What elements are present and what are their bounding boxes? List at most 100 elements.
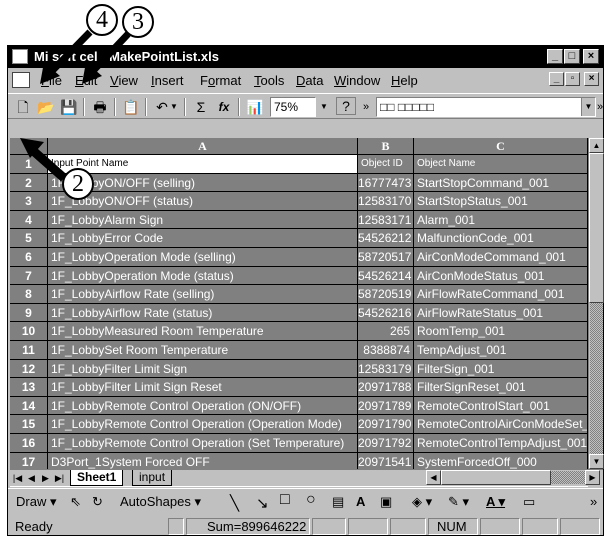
table-cell-b[interactable]: 20971789 xyxy=(358,396,414,416)
column-header-a[interactable]: A xyxy=(48,138,358,155)
menu-format[interactable]: Format xyxy=(200,73,241,88)
zoom-dropdown-icon[interactable]: ▼ xyxy=(318,97,330,117)
menu-tools[interactable]: Tools xyxy=(254,73,284,88)
table-cell-a[interactable]: 1F_LobbyFilter Limit Sign xyxy=(48,359,358,379)
doc-restore-button[interactable]: ▫ xyxy=(565,72,580,86)
fill-color-icon[interactable]: ◈ ▾ xyxy=(412,494,432,510)
table-cell-a[interactable]: 1F_LobbyOperation Mode (status) xyxy=(48,266,358,286)
menu-edit[interactable]: Edit xyxy=(75,73,97,88)
chart-wizard-icon[interactable]: 📊 xyxy=(244,97,266,117)
font-name-select[interactable]: □□ □□□□□ ▼ xyxy=(376,97,596,117)
table-cell-b[interactable]: 54526214 xyxy=(358,266,414,286)
scroll-track[interactable] xyxy=(590,303,603,455)
print-icon[interactable]: 🖶 xyxy=(89,97,111,117)
row-header[interactable]: 1 xyxy=(10,155,48,174)
row-header[interactable]: 4 xyxy=(10,210,48,230)
arrow-icon[interactable]: ↘ xyxy=(256,494,269,512)
undo-dropdown-icon[interactable]: ▼ xyxy=(168,97,180,117)
table-cell-c[interactable]: StartStopCommand_001 xyxy=(414,173,588,193)
scroll-down-icon[interactable]: ▼ xyxy=(589,454,604,469)
oval-icon[interactable]: ○ xyxy=(306,491,316,509)
zoom-select[interactable]: 75% xyxy=(270,97,316,117)
toolbar-overflow-icon[interactable]: » xyxy=(360,97,372,117)
table-cell-b[interactable]: 54526212 xyxy=(358,229,414,248)
table-cell-a[interactable]: Input Point Name xyxy=(48,155,358,174)
table-cell-a[interactable]: 1F_LobbyRemote Control Operation (ON/OFF… xyxy=(48,396,358,416)
table-cell-b[interactable]: 265 xyxy=(358,322,414,341)
excel-app-icon[interactable] xyxy=(12,49,28,64)
row-header[interactable]: 7 xyxy=(10,266,48,286)
menu-window[interactable]: Window xyxy=(334,73,380,88)
scroll-left-icon[interactable]: ◀ xyxy=(426,470,441,485)
row-header[interactable]: 9 xyxy=(10,303,48,323)
table-cell-a[interactable]: 1F_LobbyMeasured Room Temperature xyxy=(48,322,358,341)
column-header-c[interactable]: C xyxy=(414,138,588,155)
prev-sheet-icon[interactable]: ◀ xyxy=(25,471,38,485)
table-cell-c[interactable]: RemoteControlAirConModeSet_001 xyxy=(414,415,588,434)
font-dropdown-icon[interactable]: ▼ xyxy=(581,98,595,116)
row-header[interactable]: 11 xyxy=(10,341,48,360)
row-header[interactable]: 16 xyxy=(10,434,48,453)
next-sheet-icon[interactable]: ▶ xyxy=(39,471,52,485)
free-rotate-icon[interactable]: ↻ xyxy=(92,494,103,510)
select-all-corner[interactable] xyxy=(10,138,48,155)
horizontal-scroll-thumb[interactable] xyxy=(441,470,551,485)
menu-help[interactable]: Help xyxy=(391,73,418,88)
table-cell-b[interactable]: 20971788 xyxy=(358,378,414,397)
new-icon[interactable]: 🗋 xyxy=(12,97,34,117)
table-cell-c[interactable]: TempAdjust_001 xyxy=(414,341,588,360)
table-cell-c[interactable]: RoomTemp_001 xyxy=(414,322,588,341)
table-cell-c[interactable]: MalfunctionCode_001 xyxy=(414,229,588,248)
table-cell-c[interactable]: Alarm_001 xyxy=(414,210,588,230)
table-cell-b[interactable]: 54526216 xyxy=(358,303,414,323)
worksheet-grid[interactable]: A B C 1 Input Point Name Object ID Object N… xyxy=(10,138,588,487)
table-cell-c[interactable]: FilterSign_001 xyxy=(414,359,588,379)
horizontal-scrollbar[interactable]: ◀ ▶ xyxy=(426,470,603,486)
line-icon[interactable]: ╲ xyxy=(230,494,239,512)
shadow-icon[interactable]: ▭ xyxy=(523,494,535,510)
row-header[interactable]: 13 xyxy=(10,378,48,397)
scroll-thumb[interactable] xyxy=(589,153,604,303)
table-cell-a[interactable]: 1F_LobbyOperation Mode (selling) xyxy=(48,248,358,267)
scroll-right-icon[interactable]: ▶ xyxy=(585,470,600,485)
table-cell-b[interactable]: 8388874 xyxy=(358,341,414,360)
save-icon[interactable]: 💾 xyxy=(58,97,80,117)
table-cell-c[interactable]: AirFlowRateCommand_001 xyxy=(414,285,588,304)
close-button[interactable]: × xyxy=(583,49,599,64)
insert-clipart-icon[interactable]: ▣ xyxy=(380,494,392,510)
table-cell-a[interactable]: 1F_LobbyON/OFF (selling) xyxy=(48,173,358,193)
table-cell-a[interactable]: 1F_LobbyRemote Control Operation (Operat… xyxy=(48,415,358,434)
table-cell-b[interactable]: 58720517 xyxy=(358,248,414,267)
table-cell-a[interactable]: 1F_LobbyAirflow Rate (status) xyxy=(48,303,358,323)
horizontal-scroll-track[interactable] xyxy=(551,471,585,484)
draw-menu-button[interactable]: Draw ▾ xyxy=(16,494,56,510)
row-header[interactable]: 8 xyxy=(10,285,48,304)
table-cell-b[interactable]: 12583170 xyxy=(358,192,414,211)
table-cell-c[interactable]: StartStopStatus_001 xyxy=(414,192,588,211)
table-cell-c[interactable]: RemoteControlStart_001 xyxy=(414,396,588,416)
help-icon[interactable]: ? xyxy=(336,97,356,115)
table-cell-c[interactable]: AirConModeStatus_001 xyxy=(414,266,588,286)
column-header-b[interactable]: B xyxy=(358,138,414,155)
last-sheet-icon[interactable]: ▶| xyxy=(53,471,66,485)
table-cell-a[interactable]: 1F_LobbyError Code xyxy=(48,229,358,248)
table-cell-b[interactable]: 20971790 xyxy=(358,415,414,434)
line-color-icon[interactable]: ✎ ▾ xyxy=(448,494,469,510)
menu-data[interactable]: Data xyxy=(296,73,323,88)
function-icon[interactable]: fx xyxy=(213,97,235,117)
table-cell-b[interactable]: 12583171 xyxy=(358,210,414,230)
workbook-icon[interactable] xyxy=(12,72,30,88)
table-cell-a[interactable]: 1F_LobbyRemote Control Operation (Set Te… xyxy=(48,434,358,453)
row-header[interactable]: 14 xyxy=(10,396,48,416)
autoshapes-menu-button[interactable]: AutoShapes ▾ xyxy=(120,494,201,510)
table-cell-c[interactable]: RemoteControlTempAdjust_001 xyxy=(414,434,588,453)
row-header[interactable]: 3 xyxy=(10,192,48,211)
tab-sheet1[interactable]: Sheet1 xyxy=(70,470,124,486)
menu-view[interactable]: View xyxy=(110,73,138,88)
row-header[interactable]: 2 xyxy=(10,173,48,193)
table-cell-c[interactable]: Object Name xyxy=(414,155,588,174)
format-overflow-icon[interactable]: » xyxy=(596,97,604,117)
menu-file[interactable]: File xyxy=(41,73,62,88)
menu-insert[interactable]: Insert xyxy=(151,73,184,88)
tab-input[interactable]: input xyxy=(132,470,173,486)
